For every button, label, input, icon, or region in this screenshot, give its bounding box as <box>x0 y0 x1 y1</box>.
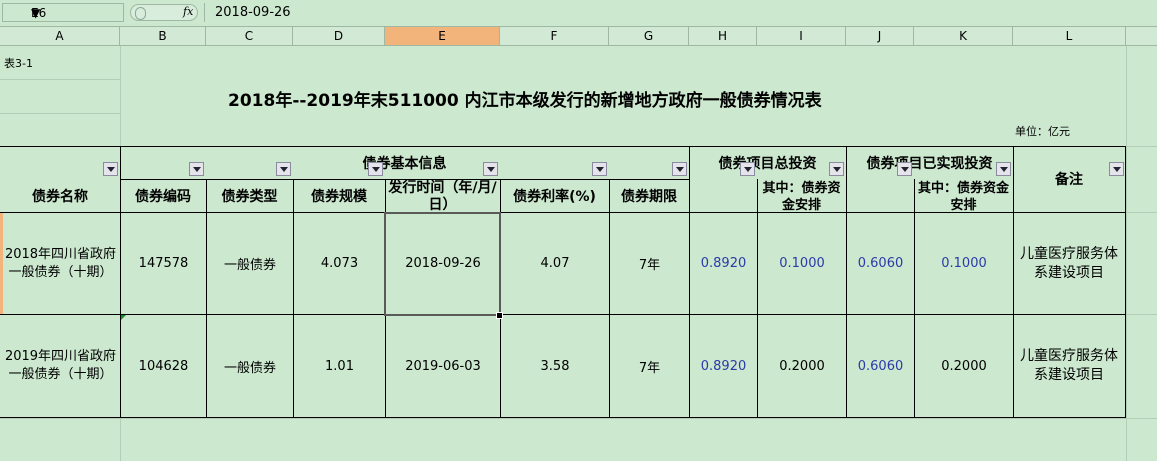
filter-dropdown-i[interactable] <box>829 162 844 176</box>
header-issue-date: 发行时间（年/月/日） <box>388 180 497 212</box>
cell-bond-type[interactable]: 一般债券 <box>207 315 293 417</box>
table-id: 表3-1 <box>4 57 33 70</box>
filter-dropdown-l[interactable] <box>1109 162 1124 176</box>
cell-realized-investment[interactable]: 0.6060 <box>847 213 914 314</box>
fill-handle[interactable] <box>496 312 503 319</box>
filter-dropdown-e[interactable] <box>483 162 498 176</box>
splitter-icon <box>135 7 146 20</box>
cell-bond-scale[interactable]: 1.01 <box>294 315 385 417</box>
filter-dropdown-j[interactable] <box>897 162 912 176</box>
column-header-k[interactable]: K <box>914 27 1013 46</box>
column-header-h[interactable]: H <box>689 27 757 46</box>
formula-input-value: 2018-09-26 <box>215 5 291 20</box>
header-bond-rate: 债券利率(%) <box>513 188 596 205</box>
column-header-b[interactable]: B <box>120 27 206 46</box>
cell-bond-rate[interactable]: 4.07 <box>501 213 609 314</box>
column-header-i[interactable]: I <box>757 27 846 46</box>
cell-bond-code[interactable]: 147578 <box>121 213 206 314</box>
filter-dropdown-h[interactable] <box>740 162 755 176</box>
cell-indicator-icon <box>121 315 126 320</box>
header-remarks: 备注 <box>1055 172 1083 188</box>
cell-bond-term[interactable]: 7年 <box>610 213 689 314</box>
cell-bond-name[interactable]: 2018年四川省政府一般债券（十期） <box>2 213 119 314</box>
cell-bond-rate[interactable]: 3.58 <box>501 315 609 417</box>
cell-remarks[interactable]: 儿童医疗服务体系建设项目 <box>1016 213 1122 314</box>
cell-realized-investment-bond[interactable]: 0.2000 <box>915 315 1013 417</box>
fx-icon[interactable]: fx <box>183 5 193 18</box>
cell-bond-term[interactable]: 7年 <box>610 315 689 417</box>
filter-dropdown-k[interactable] <box>996 162 1011 176</box>
column-header-a[interactable]: A <box>0 27 120 46</box>
column-header-c[interactable]: C <box>206 27 293 46</box>
unit-label: 单位：亿元 <box>1015 125 1070 138</box>
column-header-g[interactable]: G <box>609 27 689 46</box>
cell-total-investment-bond[interactable]: 0.1000 <box>758 213 846 314</box>
cell-issue-date[interactable]: 2019-06-03 <box>386 315 500 417</box>
column-header-d[interactable]: D <box>293 27 385 46</box>
cell-total-investment[interactable]: 0.8920 <box>690 213 757 314</box>
name-box-dropdown-icon[interactable]: ▼ <box>31 6 40 20</box>
column-header-f[interactable]: F <box>500 27 609 46</box>
sheet-title: 2018年--2019年末511000 内江市本级发行的新增地方政府一般债券情况… <box>228 91 822 111</box>
column-header-l[interactable]: L <box>1013 27 1126 46</box>
cell-remarks[interactable]: 儿童医疗服务体系建设项目 <box>1016 315 1122 417</box>
group-header-realized-investment: 债券项目已实现投资 <box>866 155 993 172</box>
formula-controls[interactable]: fx <box>130 4 198 21</box>
filter-dropdown-f[interactable] <box>592 162 607 176</box>
header-bond-term: 债券期限 <box>621 188 677 205</box>
cell-bond-name[interactable]: 2019年四川省政府一般债券（十期） <box>2 315 119 417</box>
filter-dropdown-c[interactable] <box>276 162 291 176</box>
filter-dropdown-g[interactable] <box>672 162 687 176</box>
filter-dropdown-a[interactable] <box>103 162 118 176</box>
header-bond-name: 债券名称 <box>32 188 88 205</box>
group-header-total-investment: 债券项目总投资 <box>718 155 817 172</box>
active-cell-selection[interactable] <box>384 212 501 316</box>
cell-realized-investment-bond[interactable]: 0.1000 <box>915 213 1013 314</box>
name-box[interactable]: E6 ▼ <box>2 3 124 22</box>
header-bond-scale: 债券规模 <box>311 188 367 205</box>
filter-dropdown-d[interactable] <box>368 162 383 176</box>
header-total-of-which-bond: 其中：债券资金安排 <box>762 181 841 212</box>
column-header-j[interactable]: J <box>846 27 914 46</box>
filter-dropdown-b[interactable] <box>189 162 204 176</box>
header-realized-of-which-bond: 其中：债券资金安排 <box>917 181 1009 212</box>
cell-realized-investment[interactable]: 0.6060 <box>847 315 914 417</box>
formula-bar: E6 ▼ fx 2018-09-26 <box>0 0 1157 27</box>
formula-input[interactable]: 2018-09-26 <box>204 3 1157 22</box>
column-header-m[interactable] <box>1126 27 1157 46</box>
column-header-e[interactable]: E <box>385 27 500 46</box>
cell-total-investment[interactable]: 0.8920 <box>690 315 757 417</box>
cell-total-investment-bond[interactable]: 0.2000 <box>758 315 846 417</box>
header-bond-code: 债券编码 <box>135 188 191 205</box>
cell-bond-type[interactable]: 一般债券 <box>207 213 293 314</box>
header-bond-type: 债券类型 <box>221 188 278 205</box>
cell-bond-code[interactable]: 104628 <box>121 315 206 417</box>
cell-bond-scale[interactable]: 4.073 <box>294 213 385 314</box>
